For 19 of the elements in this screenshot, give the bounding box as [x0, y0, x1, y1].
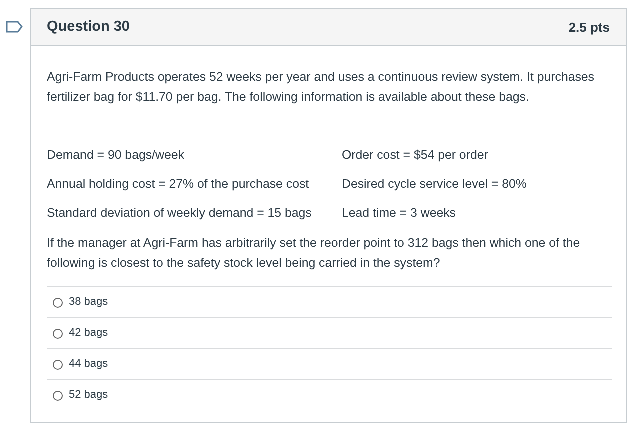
given-value: Desired cycle service level = 80%	[342, 176, 528, 193]
answer-option[interactable]: 38 bags	[69, 292, 108, 312]
given-value: Order cost = $54 per order	[342, 147, 490, 164]
question-prompt: If the manager at Agri-Farm has arbitrarily set the reorder point to 312 bags then which one of the following is closest to the safety stock level being carried in the system?	[47, 235, 582, 272]
answer-option[interactable]: 42 bags	[69, 323, 108, 343]
given-value: Standard deviation of weekly demand = 15 bags	[47, 205, 313, 222]
radio-button[interactable]	[53, 329, 63, 339]
bookmark-icon[interactable]	[6, 21, 23, 33]
radio-button[interactable]	[53, 360, 63, 370]
given-value: Lead time = 3 weeks	[342, 205, 457, 222]
given-value: Demand = 90 bags/week	[47, 147, 186, 164]
radio-button[interactable]	[53, 298, 63, 308]
question-text: Agri-Farm Products operates 52 weeks per year and uses a continuous review system. It purchases fertilizer bag for $11.70 per bag. The following information is available about these bags.	[47, 69, 596, 106]
question-points: 2.5 pts	[568, 20, 610, 34]
question-title: Question 30	[47, 19, 130, 35]
radio-button[interactable]	[53, 391, 63, 401]
answer-option[interactable]: 52 bags	[69, 385, 108, 405]
given-value: Annual holding cost = 27% of the purchase cost	[47, 176, 310, 193]
answer-option[interactable]: 44 bags	[69, 354, 108, 374]
